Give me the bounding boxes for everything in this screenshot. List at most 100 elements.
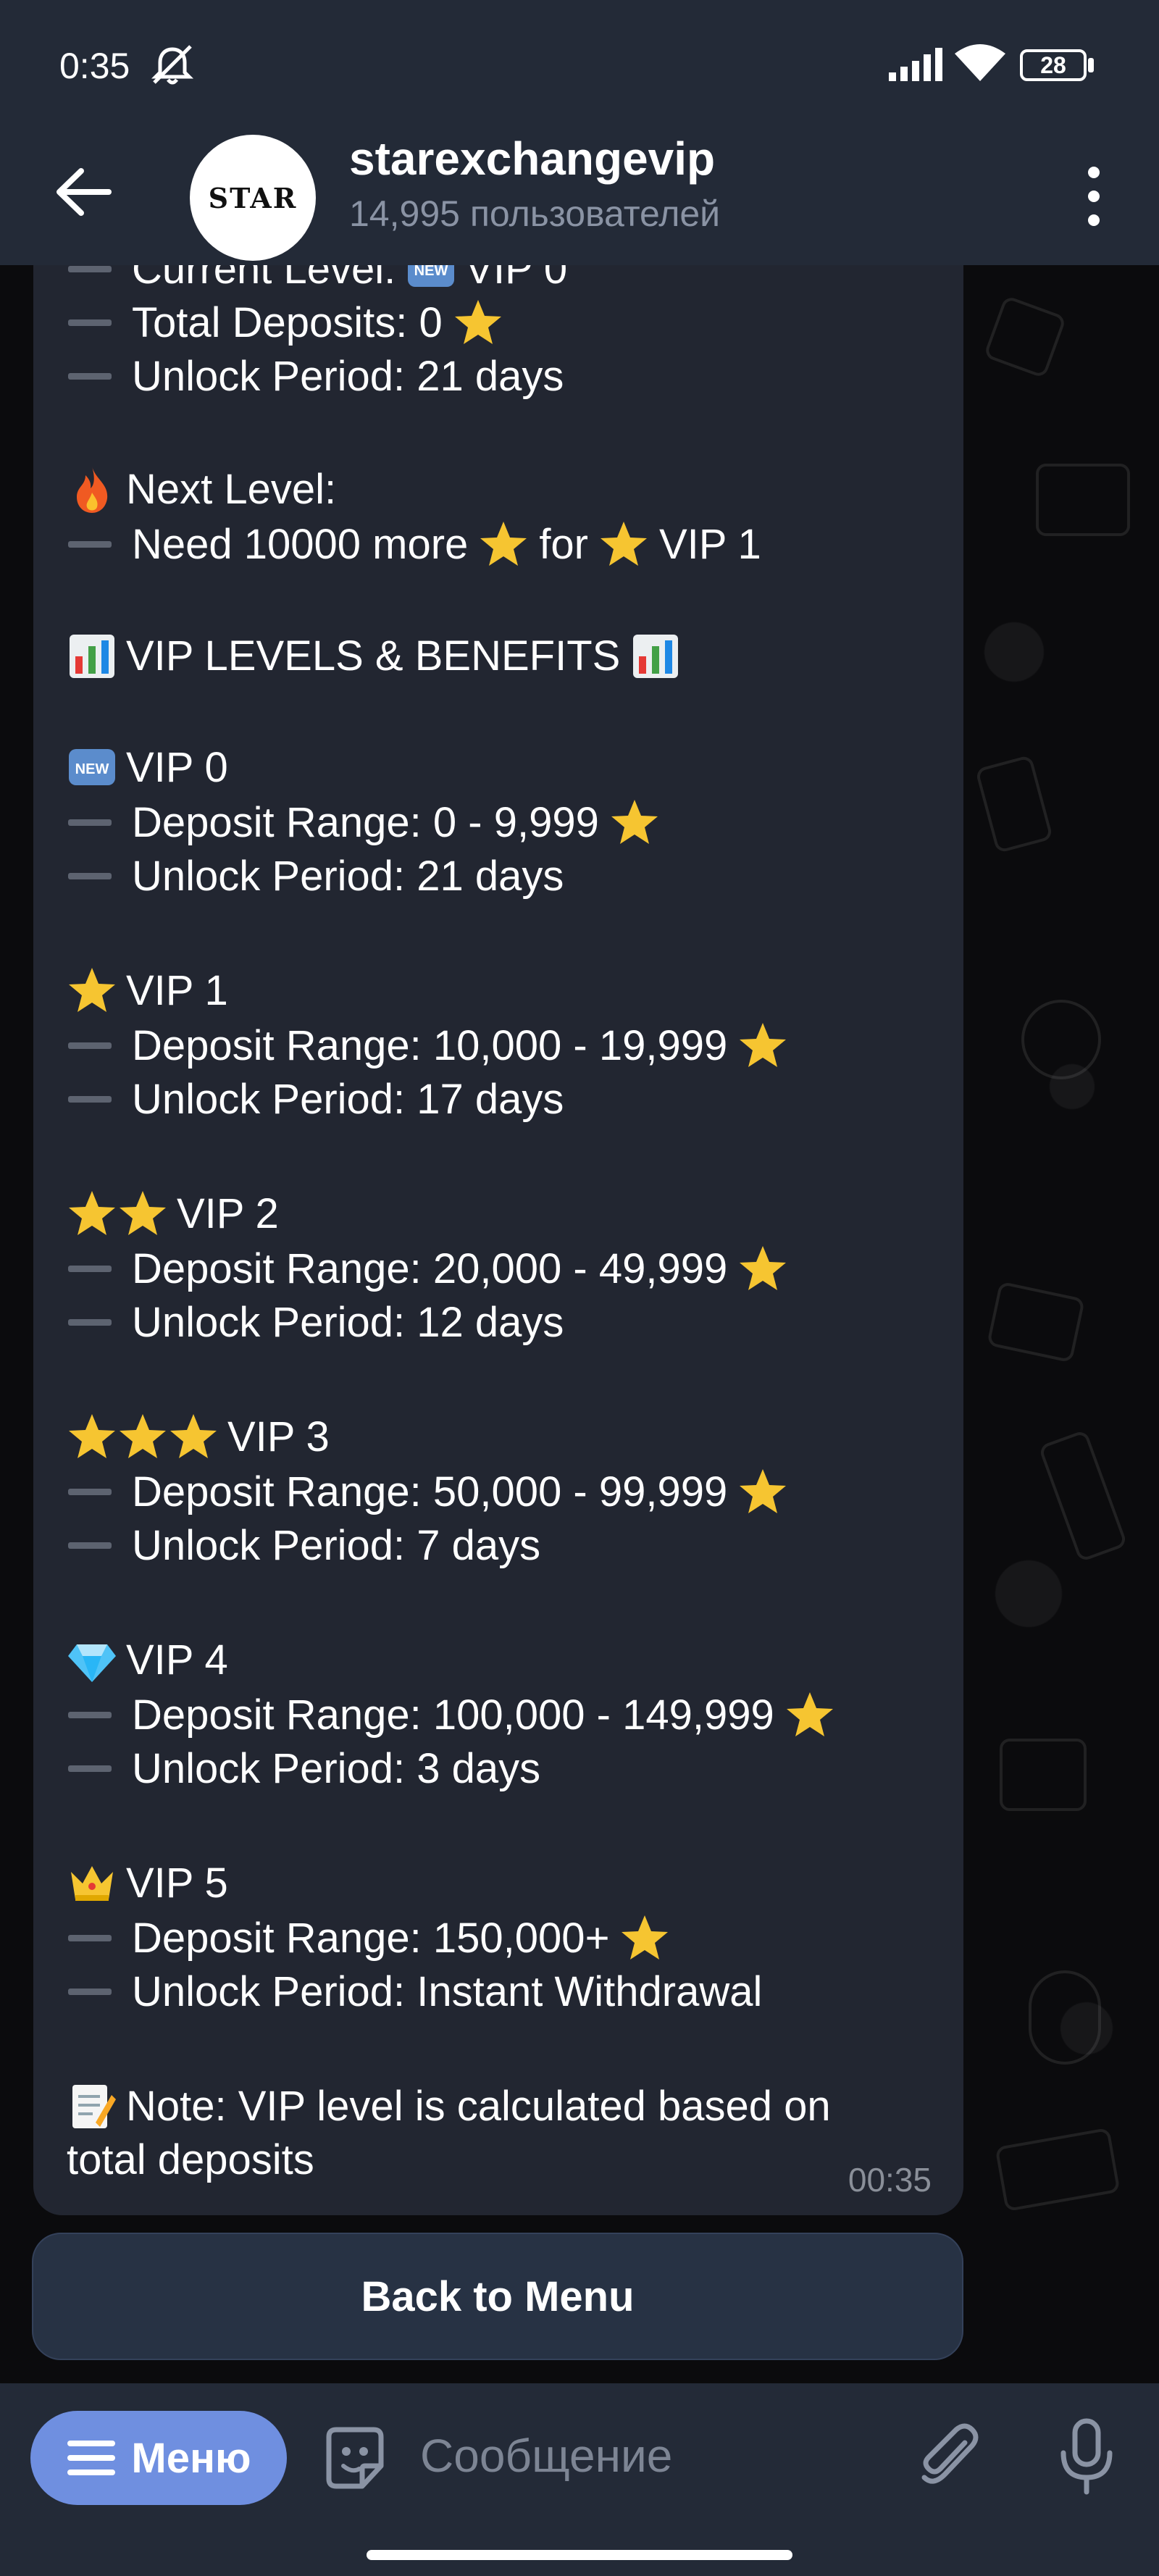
message-line: Deposit Range: 100,000 - 149,999 [67, 1689, 835, 1740]
star-icon [480, 522, 527, 566]
message-line: Current Level: NEW VIP 0 [67, 265, 567, 294]
star-icon [622, 1915, 669, 1960]
line-text: VIP 5 [126, 1859, 228, 1907]
star-icon [69, 1414, 115, 1458]
bar-chart-icon [633, 635, 679, 678]
dash-icon [68, 1989, 112, 1995]
wifi-icon [955, 44, 1005, 81]
message-line: Need 10000 more for VIP 1 [67, 519, 761, 569]
dash-icon [68, 1096, 112, 1103]
star-icon [740, 1469, 787, 1513]
line-text: Unlock Period: 21 days [132, 353, 564, 400]
message-line: Deposit Range: 10,000 - 19,999 [67, 1020, 788, 1071]
back-to-menu-button[interactable]: Back to Menu [32, 2233, 963, 2360]
line-text: total deposits [67, 2136, 314, 2183]
message-line: Deposit Range: 20,000 - 49,999 [67, 1243, 788, 1294]
message-line: VIP LEVELS & BENEFITS [67, 630, 681, 681]
line-text: Deposit Range: 10,000 - 19,999 [132, 1021, 728, 1069]
microphone-icon[interactable] [1056, 2417, 1117, 2496]
line-text: VIP 0 [465, 265, 568, 293]
more-vertical-icon[interactable] [1072, 156, 1116, 236]
line-text: Unlock Period: 21 days [132, 853, 564, 900]
message-line: VIP 2 [67, 1188, 279, 1239]
chat-title[interactable]: starexchangevip [349, 132, 715, 185]
dash-icon [68, 1265, 112, 1272]
new-badge-icon: NEW [69, 749, 115, 785]
dash-icon [68, 1319, 112, 1326]
star-icon [69, 1191, 115, 1235]
message-line: Unlock Period: 12 days [67, 1298, 564, 1347]
diamond-icon [68, 1644, 116, 1682]
line-text: Next Level: [126, 465, 337, 513]
line-text: Unlock Period: 7 days [132, 1522, 541, 1569]
dash-icon [68, 1488, 112, 1495]
line-text: Total Deposits: 0 [132, 298, 443, 346]
status-time: 0:35 [59, 46, 130, 86]
avatar-logo-text: STAR [208, 181, 298, 214]
dash-icon [68, 1711, 112, 1718]
star-icon [786, 1692, 833, 1736]
dash-icon [68, 1765, 112, 1772]
line-text: Need 10000 more [132, 520, 469, 568]
message-line: VIP 1 [67, 965, 228, 1016]
message-line: Total Deposits: 0 [67, 297, 503, 348]
dash-icon [68, 540, 112, 548]
line-text: VIP LEVELS & BENEFITS [126, 632, 621, 679]
message-line: Next Level: [67, 464, 336, 514]
line-text: VIP 4 [126, 1636, 228, 1684]
back-arrow-icon[interactable] [51, 159, 116, 225]
line-text: VIP 2 [177, 1189, 279, 1237]
fire-icon [77, 467, 108, 513]
signal-icon [889, 48, 942, 81]
doodle [1029, 1970, 1101, 2065]
memo-icon [72, 2085, 116, 2128]
status-bar: 0:35 28 [0, 0, 1159, 130]
line-text: Unlock Period: 3 days [132, 1745, 541, 1792]
message-line: Unlock Period: 21 days [67, 852, 564, 900]
paperclip-icon[interactable] [914, 2421, 984, 2493]
dash-icon [68, 319, 112, 326]
star-icon [740, 1023, 787, 1067]
bar-chart-icon [70, 635, 114, 678]
message-line: Unlock Period: 3 days [67, 1744, 540, 1793]
doodle [986, 1281, 1086, 1363]
line-text: Deposit Range: 100,000 - 149,999 [132, 1691, 774, 1739]
star-icon [69, 968, 115, 1012]
star-icon [601, 522, 647, 566]
dash-icon [68, 819, 112, 826]
star-icon [740, 1246, 787, 1290]
sticker-icon[interactable] [319, 2422, 391, 2495]
doodle [1000, 1739, 1087, 1811]
doodle [1036, 464, 1130, 536]
dash-icon [68, 1934, 112, 1941]
doodle [995, 2127, 1121, 2212]
chat-header: STAR starexchangevip 14,995 пользователе… [0, 130, 1159, 265]
message-input[interactable] [420, 2420, 869, 2492]
line-text: for [539, 520, 588, 568]
message-time: 00:35 [848, 2161, 932, 2199]
line-text: Unlock Period: 17 days [132, 1076, 564, 1123]
line-text: Deposit Range: 20,000 - 49,999 [132, 1245, 728, 1292]
notifications-off-icon [151, 45, 194, 85]
line-text: Deposit Range: 50,000 - 99,999 [132, 1468, 728, 1515]
bot-menu-button[interactable]: Меню [30, 2411, 287, 2505]
svg-text:NEW: NEW [75, 761, 109, 777]
message-line: Note: VIP level is calculated based on [67, 2081, 831, 2131]
star-icon [454, 300, 501, 344]
line-text: Unlock Period: Instant Withdrawal [132, 1968, 763, 2015]
new-badge-icon: NEW [408, 265, 455, 287]
message-bubble: Current Level: NEW VIP 0 Total Deposits:… [33, 265, 963, 2215]
message-line: Unlock Period: 7 days [67, 1521, 540, 1570]
battery-tip [1088, 58, 1094, 72]
dash-icon [68, 1042, 112, 1049]
avatar[interactable]: STAR [190, 135, 316, 261]
line-text: VIP 1 [126, 966, 228, 1014]
message-line: Deposit Range: 50,000 - 99,999 [67, 1466, 788, 1517]
dash-icon [68, 1542, 112, 1549]
message-line: Unlock Period: Instant Withdrawal [67, 1967, 762, 2016]
home-indicator[interactable] [367, 2550, 792, 2560]
doodle [1038, 1429, 1128, 1563]
chat-subtitle: 14,995 пользователей [349, 193, 721, 234]
message-line: VIP 4 [67, 1634, 228, 1685]
line-text: VIP 3 [227, 1413, 330, 1460]
